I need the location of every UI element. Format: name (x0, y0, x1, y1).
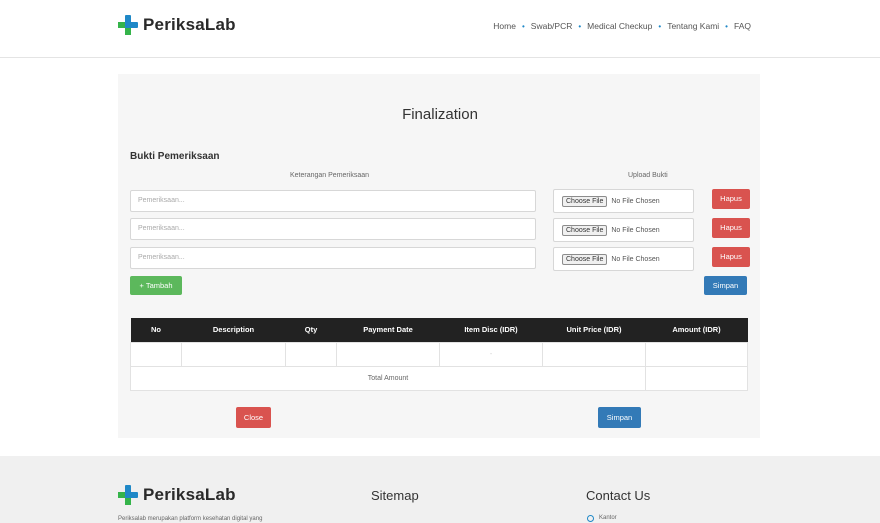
nav-swab-pcr[interactable]: Swab/PCR (529, 21, 575, 31)
table-cell (285, 341, 337, 367)
medical-cross-icon (118, 15, 138, 35)
page-title: Finalization (402, 106, 478, 123)
footer-contact-kantor: Kantor (599, 515, 617, 521)
file-upload-2[interactable]: Choose File No File Chosen (553, 218, 694, 242)
footer-brand-name: PeriksaLab (143, 485, 236, 504)
footer-sitemap-heading: Sitemap (371, 488, 419, 503)
simpan-button-top[interactable]: Simpan (704, 276, 747, 295)
total-row: Total Amount (130, 365, 748, 391)
nav-separator: • (725, 21, 728, 31)
file-status: No File Chosen (611, 197, 660, 205)
column-header-qty: Qty (285, 318, 337, 342)
file-upload-1[interactable]: Choose File No File Chosen (553, 189, 694, 213)
site-header: PeriksaLab Home • Swab/PCR • Medical Che… (0, 0, 880, 58)
medical-cross-icon (118, 485, 138, 505)
footer-about-text: Periksalab merupakan platform kesehatan … (118, 516, 263, 522)
nav-medical-checkup[interactable]: Medical Checkup (585, 21, 654, 31)
column-label-keterangan: Keterangan Pemeriksaan (290, 172, 369, 179)
column-header-no: No (130, 318, 182, 342)
nav-separator: • (578, 21, 582, 31)
close-button[interactable]: Close (236, 407, 271, 428)
nav-separator: • (658, 21, 662, 31)
nav-faq[interactable]: FAQ (732, 21, 753, 31)
file-status: No File Chosen (611, 226, 660, 234)
column-header-description: Description (181, 318, 286, 342)
invoice-table: No Description Qty Payment Date Item Dis… (130, 318, 748, 391)
column-label-upload: Upload Bukti (628, 172, 668, 179)
table-cell (542, 341, 646, 367)
location-icon (587, 515, 594, 522)
total-amount-value (645, 365, 748, 391)
simpan-button-bottom[interactable]: Simpan (598, 407, 641, 428)
section-title: Bukti Pemeriksaan (130, 151, 220, 162)
column-header-unit-price: Unit Price (IDR) (542, 318, 646, 342)
table-cell (181, 341, 286, 367)
tambah-button[interactable]: + Tambah (130, 276, 182, 295)
table-cell (336, 341, 440, 367)
pemeriksaan-input-2[interactable]: Pemeriksaan... (130, 218, 536, 240)
table-row: - (130, 341, 748, 367)
table-cell (130, 341, 182, 367)
main-nav: Home • Swab/PCR • Medical Checkup • Tent… (491, 21, 753, 31)
nav-home[interactable]: Home (491, 21, 518, 31)
file-status: No File Chosen (611, 255, 660, 263)
nav-tentang-kami[interactable]: Tentang Kami (665, 21, 721, 31)
brand-name: PeriksaLab (143, 15, 236, 34)
footer-contact-heading: Contact Us (586, 488, 651, 503)
column-header-item-disc: Item Disc (IDR) (439, 318, 543, 342)
choose-file-button[interactable]: Choose File (562, 224, 608, 236)
hapus-button-3[interactable]: Hapus (712, 247, 750, 267)
total-amount-label: Total Amount (130, 365, 646, 391)
nav-separator: • (521, 21, 525, 31)
pemeriksaan-input-1[interactable]: Pemeriksaan... (130, 190, 536, 212)
column-header-payment-date: Payment Date (336, 318, 440, 342)
choose-file-button[interactable]: Choose File (562, 253, 608, 265)
table-cell: - (439, 341, 543, 367)
table-cell (645, 341, 748, 367)
column-header-amount: Amount (IDR) (645, 318, 748, 342)
table-header-row: No Description Qty Payment Date Item Dis… (130, 318, 748, 342)
hapus-button-2[interactable]: Hapus (712, 218, 750, 238)
footer-brand-logo[interactable]: PeriksaLab (118, 485, 236, 505)
pemeriksaan-input-3[interactable]: Pemeriksaan... (130, 247, 536, 269)
file-upload-3[interactable]: Choose File No File Chosen (553, 247, 694, 271)
hapus-button-1[interactable]: Hapus (712, 189, 750, 209)
brand-logo[interactable]: PeriksaLab (118, 15, 236, 35)
choose-file-button[interactable]: Choose File (562, 195, 608, 207)
